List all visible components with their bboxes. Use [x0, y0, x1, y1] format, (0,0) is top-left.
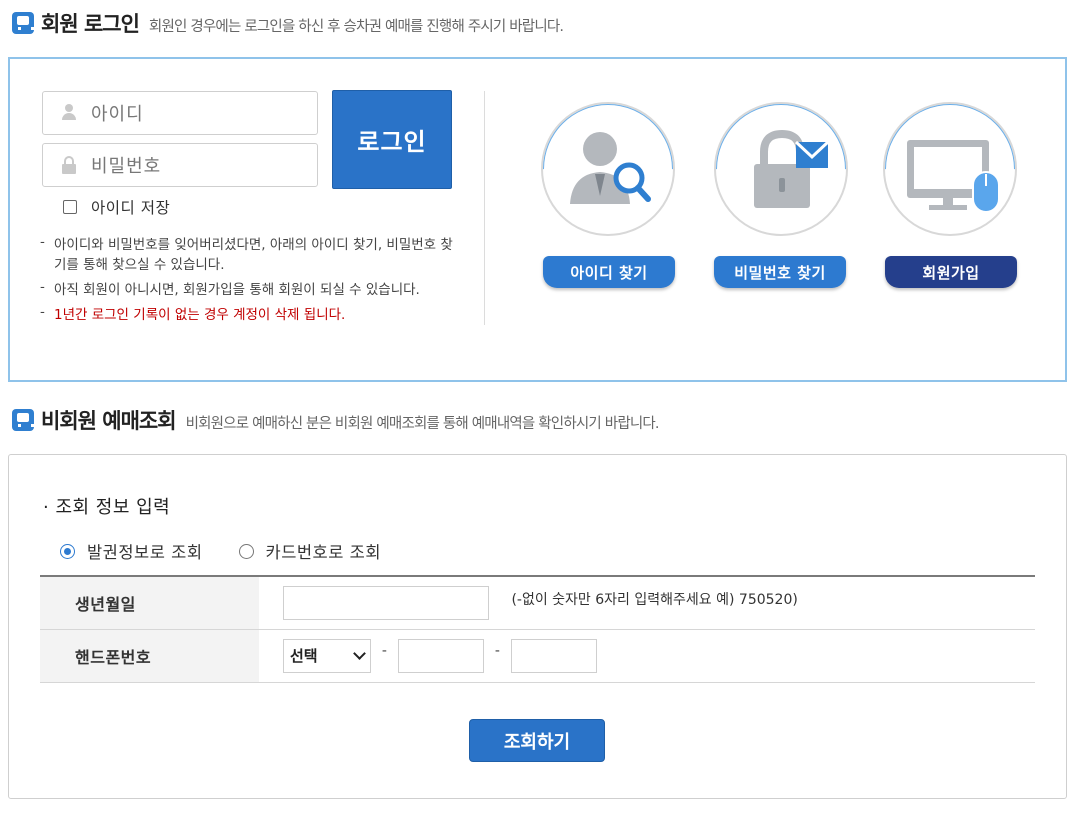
member-login-title: 회원 로그인	[41, 12, 140, 36]
radio-card-number-label[interactable]: 카드번호로 조회	[266, 539, 382, 563]
non-member-title: 비회원 예매조회	[41, 409, 177, 433]
save-id-row[interactable]: 아이디 저장	[63, 196, 170, 218]
phone-prefix-value: 선택	[290, 647, 318, 665]
non-member-description: 비회원으로 예매하신 분은 비회원 예매조회를 통해 예매내역을 확인하시기 바…	[185, 416, 660, 432]
login-notes: 아이디와 비밀번호를 잊어버리셨다면, 아래의 아이디 찾기, 비밀번호 찾기를…	[40, 232, 460, 330]
search-button[interactable]: 조회하기	[469, 719, 605, 762]
radio-ticket-info[interactable]	[60, 543, 75, 559]
monitor-mouse-icon	[907, 140, 1000, 213]
note-account-deletion: 1년간 로그인 기록이 없는 경우 계정이 삭제 됩니다.	[40, 302, 460, 325]
password-placeholder: 비밀번호	[91, 156, 162, 177]
lookup-form-table: 생년월일 (-없이 숫자만 6자리 입력해주세요 예) 750520) 핸드폰번…	[40, 575, 1035, 683]
birth-hint: (-없이 숫자만 6자리 입력해주세요 예) 750520)	[511, 591, 798, 608]
lock-mail-icon	[754, 129, 830, 208]
radio-ticket-info-label[interactable]: 발권정보로 조회	[87, 539, 203, 563]
find-id-circle[interactable]	[541, 102, 675, 236]
birth-input[interactable]	[283, 585, 489, 620]
divider	[484, 91, 485, 325]
phone-prefix-select[interactable]: 선택	[283, 638, 371, 673]
user-icon	[61, 104, 77, 122]
non-member-lookup-box: · 조회 정보 입력 발권정보로 조회 카드번호로 조회 생년월일 (-없이 숫…	[8, 454, 1067, 799]
find-password-button[interactable]: 비밀번호 찾기	[714, 256, 846, 288]
lock-icon	[61, 156, 77, 174]
person-search-icon	[570, 132, 651, 204]
password-field[interactable]: 비밀번호	[42, 143, 318, 187]
member-login-header: 회원 로그인 회원인 경우에는 로그인을 하신 후 승차권 예매를 진행해 주시…	[12, 8, 564, 38]
radio-card-number[interactable]	[238, 543, 254, 559]
birth-label: 생년월일	[40, 576, 259, 630]
table-row: 핸드폰번호 선택 - -	[40, 629, 1035, 683]
separator: -	[381, 642, 387, 659]
bus-icon	[12, 409, 34, 431]
save-id-checkbox[interactable]	[63, 200, 77, 214]
member-login-box: 아이디 비밀번호 로그인 아이디 저장 아이디와 비밀번호를 잊어버리셨다면, …	[8, 57, 1067, 382]
phone-last-input[interactable]	[510, 638, 597, 673]
phone-label: 핸드폰번호	[40, 629, 259, 683]
separator: -	[494, 642, 500, 659]
phone-middle-input[interactable]	[397, 638, 484, 673]
id-placeholder: 아이디	[91, 104, 144, 125]
login-button[interactable]: 로그인	[332, 90, 452, 189]
find-id-button[interactable]: 아이디 찾기	[543, 256, 675, 288]
note-find-account: 아이디와 비밀번호를 잊어버리셨다면, 아래의 아이디 찾기, 비밀번호 찾기를…	[40, 232, 460, 275]
signup-button[interactable]: 회원가입	[885, 256, 1017, 288]
table-row: 생년월일 (-없이 숫자만 6자리 입력해주세요 예) 750520)	[40, 576, 1035, 630]
note-signup: 아직 회원이 아니시면, 회원가입을 통해 회원이 되실 수 있습니다.	[40, 277, 460, 300]
id-field[interactable]: 아이디	[42, 91, 318, 135]
member-login-description: 회원인 경우에는 로그인을 하신 후 승차권 예매를 진행해 주시기 바랍니다.	[148, 19, 564, 35]
bus-icon	[12, 12, 34, 34]
chevron-down-icon	[353, 646, 366, 660]
lookup-type-radios: 발권정보로 조회 카드번호로 조회	[60, 539, 417, 563]
non-member-header: 비회원 예매조회 비회원으로 예매하신 분은 비회원 예매조회를 통해 예매내역…	[12, 405, 660, 435]
save-id-label: 아이디 저장	[91, 199, 171, 217]
lookup-section-title: · 조회 정보 입력	[43, 497, 171, 518]
find-password-circle[interactable]	[714, 102, 848, 236]
signup-circle[interactable]	[883, 102, 1017, 236]
